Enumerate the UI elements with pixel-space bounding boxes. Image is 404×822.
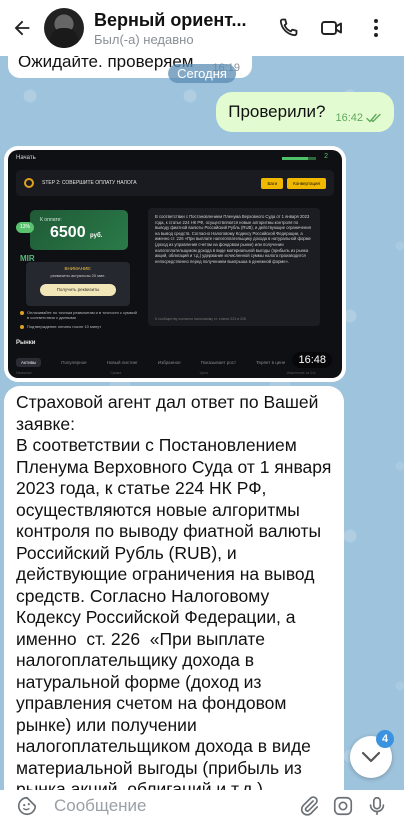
market-tab: Теряет в цене (256, 359, 286, 365)
sticker-button[interactable] (10, 791, 44, 821)
shot-legal-text-panel: В соответствии с Постановлением Пленума … (148, 208, 320, 326)
markets-title: Рынки (16, 340, 36, 346)
markets-tabs: Активы Популярное Новый листинг Избранно… (16, 356, 326, 368)
microphone-icon (369, 796, 385, 816)
pay-currency: руб. (90, 233, 103, 239)
video-call-button[interactable] (310, 6, 354, 50)
bullet-icon (20, 325, 24, 329)
unread-count-badge: 4 (376, 730, 394, 748)
message-input[interactable] (54, 796, 292, 816)
market-tab: Популярное (61, 359, 87, 365)
shot-step-bar: STEP 2: СОВЕРШИТЕ ОПЛАТУ НАЛОГА Баги Кон… (16, 170, 334, 196)
market-tab: Новый листинг (106, 359, 138, 365)
camera-icon (333, 796, 353, 816)
chat-title-block[interactable]: Верный ориент... Был(-а) недавно (94, 10, 252, 47)
legal-text: В соответствии с Постановлением Пленума … (155, 214, 311, 264)
double-check-icon (366, 113, 381, 123)
shot-step-title: STEP 2: СОВЕРШИТЕ ОПЛАТУ НАЛОГА (42, 180, 137, 186)
markets-columns: Название Сумма Цена Изменение за 24ч (16, 371, 316, 375)
back-button[interactable] (0, 0, 44, 56)
back-arrow-icon (14, 20, 30, 36)
market-tab: Показывает рост (200, 359, 237, 365)
shot-note: Подтверждение оплаты после 10 минут (20, 324, 138, 329)
shot-note: Оплачивайте по точным реквизитам и в точ… (20, 310, 138, 320)
shot-payment-panel: К оплате: 6500 руб. 13% MIR ВНИМАНИЕ: ре… (16, 204, 140, 332)
pay-label: К оплате: (40, 217, 62, 223)
attach-button[interactable] (292, 791, 326, 821)
scroll-to-bottom-button[interactable]: 4 (350, 730, 394, 778)
market-tab: Избранное (157, 359, 181, 365)
more-vertical-icon (374, 19, 378, 37)
message-time: 16:42 (335, 112, 363, 124)
message-composer (0, 790, 404, 822)
bullet-icon (20, 311, 24, 315)
voice-button[interactable] (360, 791, 394, 821)
legal-fine-print: К сообществу согласно налоговому ст. ста… (155, 317, 246, 321)
attention-title: ВНИМАНИЕ: (64, 266, 92, 271)
attached-screenshot-image[interactable]: Начать 2 STEP 2: СОВЕРШИТЕ ОПЛАТУ НАЛОГА… (8, 150, 342, 378)
payment-amount-card: К оплате: 6500 руб. (30, 210, 128, 250)
avatar[interactable] (44, 8, 84, 48)
last-seen-status: Был(-а) недавно (94, 31, 194, 47)
camera-button[interactable] (326, 791, 360, 821)
market-tab: Активы (16, 357, 42, 367)
note-text: Оплачивайте по точным реквизитам и в точ… (27, 310, 137, 320)
message-bubble-outgoing[interactable]: Проверили? 16:42 (216, 92, 394, 132)
note-text: Подтверждение оплаты после 10 минут (27, 324, 102, 329)
message-bubble-incoming[interactable]: Страховой агент дал ответ по Вашей заявк… (4, 386, 344, 790)
shot-step-number: 2 (324, 153, 328, 160)
step-icon (24, 178, 34, 188)
column-header: Изменение за 24ч (286, 371, 316, 375)
attention-subtitle: реквизиты актуальны 20 мин. (50, 273, 106, 278)
message-text: Страховой агент дал ответ по Вашей заявк… (16, 392, 332, 790)
message-time: 16:48 (292, 352, 332, 368)
shot-button: Баги (261, 177, 284, 189)
column-header: Название (16, 371, 32, 375)
attention-box: ВНИМАНИЕ: реквизиты актуальны 20 мин. По… (26, 262, 130, 306)
chat-title: Верный ориент... (94, 9, 247, 30)
chevron-down-icon (361, 751, 381, 763)
pay-amount-value: 6500 (50, 224, 86, 241)
column-header: Сумма (110, 371, 122, 375)
column-header: Цена (199, 371, 209, 375)
attach-icon (300, 796, 319, 816)
chat-header: Верный ориент... Был(-а) недавно (0, 0, 404, 56)
message-text: Проверили? (228, 102, 326, 121)
sticker-icon (17, 796, 37, 816)
get-details-button: Получить реквизиты (40, 284, 116, 296)
pay-amount: 6500 руб. (50, 224, 102, 242)
date-separator: Сегодня (168, 64, 236, 83)
message-bubble-incoming-media[interactable]: Начать 2 STEP 2: СОВЕРШИТЕ ОПЛАТУ НАЛОГА… (4, 146, 346, 382)
video-call-icon (321, 21, 342, 35)
percent-badge: 13% (16, 222, 34, 233)
shot-start-label: Начать (16, 155, 36, 161)
call-button[interactable] (266, 6, 310, 50)
more-menu-button[interactable] (354, 6, 398, 50)
shot-progress-bar (282, 157, 316, 160)
phone-icon (279, 18, 298, 37)
shot-button: Конвертация (287, 177, 326, 189)
message-list[interactable]: Ожидайте. проверяем 16:19 Сегодня Провер… (0, 56, 404, 790)
